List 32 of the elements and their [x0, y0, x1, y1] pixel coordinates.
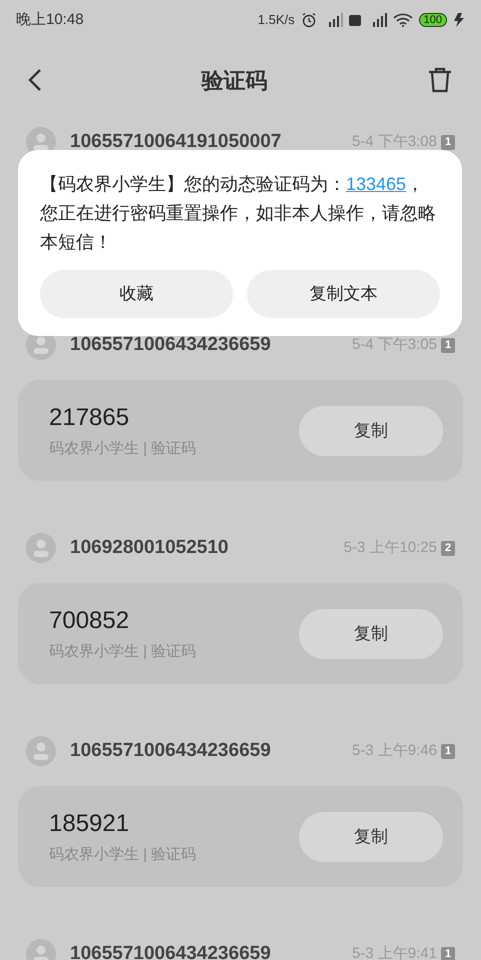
sender-number: 1065571006434236659: [70, 738, 272, 763]
wifi-icon: [392, 13, 413, 27]
copy-button[interactable]: 复制: [299, 406, 443, 456]
avatar-icon: [26, 533, 56, 563]
code-source: 码农界小学生 | 验证码: [49, 642, 196, 662]
message-text: 【码农界小学生】您的动态验证码为：133465，您正在进行密码重置操作，如非本人操作，请忽略本短信！: [40, 173, 437, 254]
sender-number: 10655710064191050007: [70, 130, 282, 154]
verification-code: 217865: [49, 403, 130, 434]
message-count: 1: [441, 134, 455, 150]
message-count: 2: [441, 540, 455, 556]
network-speed: 1.5K/s: [258, 11, 295, 30]
message-count: 1: [441, 946, 455, 960]
avatar-icon: [26, 736, 56, 766]
copy-button[interactable]: 复制: [299, 608, 443, 658]
trash-icon[interactable]: [427, 67, 453, 93]
battery-indicator: 100: [418, 13, 447, 27]
back-icon[interactable]: [28, 68, 42, 92]
sender-number: 106928001052510: [70, 536, 230, 560]
message-count: 1: [441, 338, 455, 352]
status-time: 晚上10:48: [16, 10, 84, 30]
alarm-icon: [300, 12, 317, 28]
message-count: 1: [441, 744, 455, 758]
code-source: 码农界小学生 | 验证码: [49, 439, 196, 460]
verification-code: 700852: [49, 606, 130, 636]
dialog-button[interactable]: 复制文本: [247, 270, 440, 318]
copy-button[interactable]: 复制: [299, 812, 443, 862]
sender-number: 1065571006434236659: [70, 942, 272, 960]
sender-number: 1065571006434236659: [70, 332, 272, 357]
code-source: 码农界小学生 | 验证码: [49, 845, 196, 866]
dialog-button[interactable]: 收藏: [40, 270, 233, 318]
verification-code: 185921: [49, 809, 130, 840]
page-title: 验证码: [202, 66, 268, 94]
